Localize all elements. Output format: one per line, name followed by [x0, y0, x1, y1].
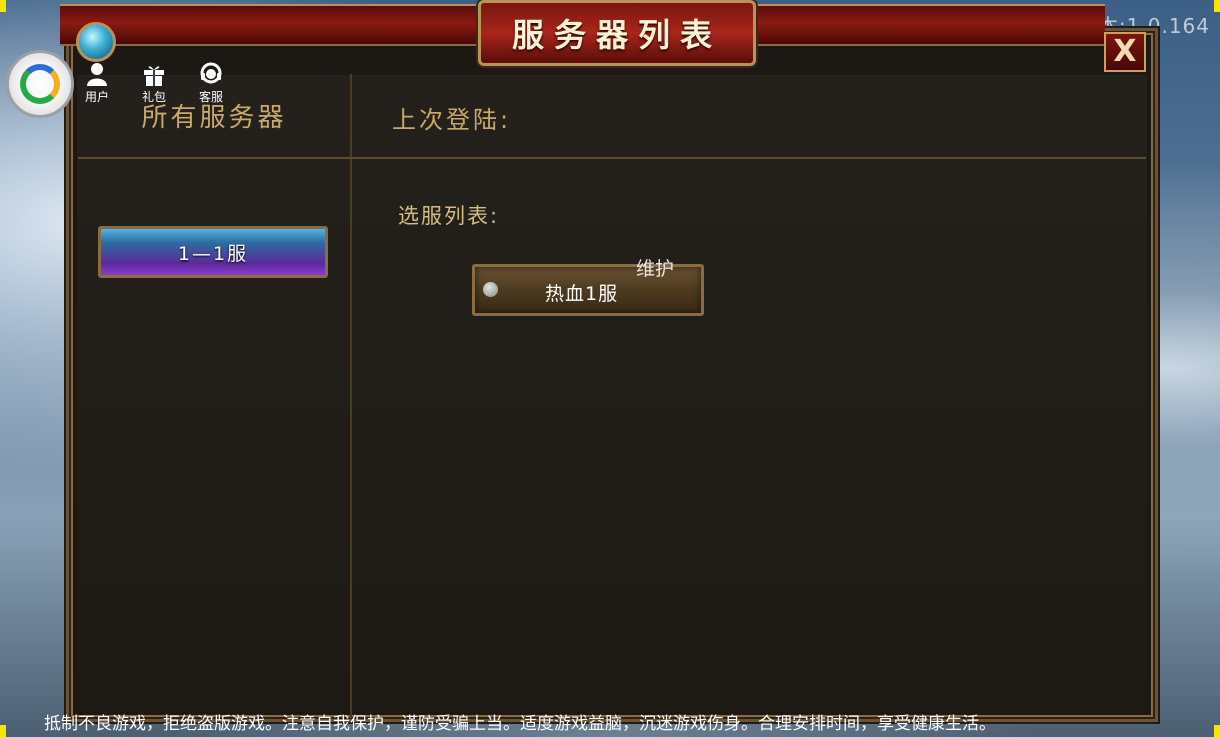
support-icon [200, 62, 222, 84]
orb-gem-icon [76, 22, 116, 62]
toolbar-support-button[interactable]: 客服 [194, 62, 228, 105]
last-login-label: 上次登陆: [392, 106, 512, 134]
corner-marker [1214, 725, 1220, 737]
column-divider [350, 74, 352, 718]
server-status-label: 维护 [636, 258, 675, 280]
corner-marker [1214, 0, 1220, 12]
server-status-dot-icon [483, 282, 498, 297]
user-icon [87, 63, 107, 86]
close-icon: X [1113, 34, 1137, 69]
toolbar-user-label: 用户 [84, 90, 109, 104]
app-logo[interactable] [6, 50, 74, 118]
dialog-body [77, 75, 1147, 711]
health-notice: 抵制不良游戏，拒绝盗版游戏。注意自我保护，谨防受骗上当。适度游戏益脑，沉迷游戏伤… [44, 714, 996, 734]
header-divider [78, 157, 1146, 159]
toolbar-gift-label: 礼包 [141, 90, 166, 104]
close-button[interactable]: X [1104, 32, 1146, 72]
title-plate: 服务器列表 [478, 0, 756, 66]
corner-marker [0, 725, 6, 737]
toolbar-support-label: 客服 [198, 90, 223, 104]
server-group-button[interactable]: 1—1服 [98, 226, 328, 278]
dragon-logo-icon [20, 64, 60, 104]
dialog-title: 服务器列表 [511, 16, 722, 54]
server-group-label: 1—1服 [177, 242, 249, 265]
corner-marker [0, 0, 6, 12]
server-select-label: 选服列表: [398, 204, 500, 228]
toolbar-gift-button[interactable]: 礼包 [137, 62, 171, 105]
gift-icon [144, 66, 164, 86]
server-name: 热血1服 [545, 283, 619, 305]
toolbar-user-button[interactable]: 用户 [80, 62, 114, 105]
